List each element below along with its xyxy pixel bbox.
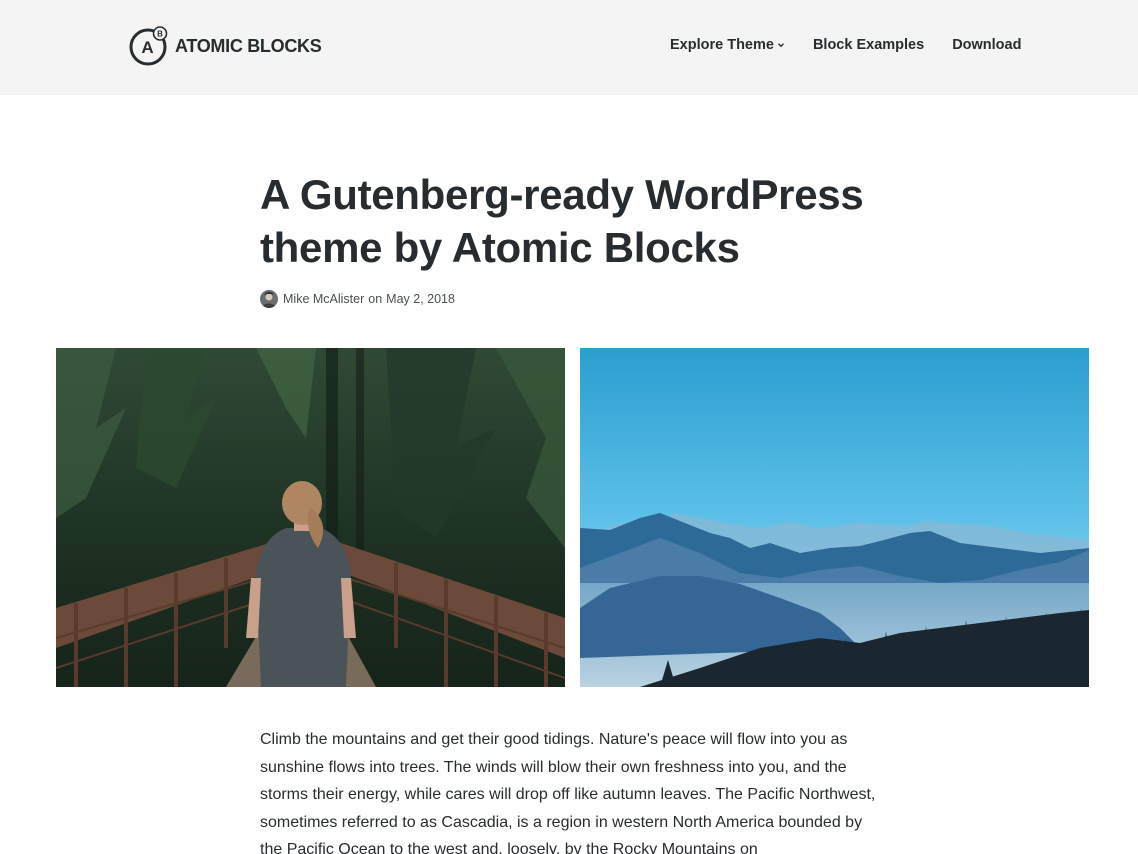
site-header: B A ATOMIC BLOCKS Explore Theme Block Ex…	[0, 0, 1138, 95]
chevron-down-icon	[777, 41, 785, 49]
nav-download[interactable]: Download	[952, 37, 1021, 53]
nav-explore-theme[interactable]: Explore Theme	[670, 37, 785, 53]
post-title: A Gutenberg-ready WordPress theme by Ato…	[260, 171, 864, 271]
logo-letter: A	[141, 38, 153, 57]
site-logo-link[interactable]: B A ATOMIC BLOCKS	[129, 26, 322, 66]
mountain-range-image	[580, 348, 1089, 687]
author-link[interactable]: Mike McAlister	[283, 292, 364, 306]
atomic-blocks-logo-icon: B A	[129, 26, 169, 66]
post-byline: Mike McAlister on May 2, 2018	[260, 290, 455, 308]
nav-explore-theme-label: Explore Theme	[670, 37, 774, 53]
logo-badge-letter: B	[157, 30, 163, 39]
post-body-text: Climb the mountains and get their good t…	[260, 731, 876, 854]
nav-block-examples[interactable]: Block Examples	[813, 37, 924, 53]
post-date[interactable]: May 2, 2018	[386, 292, 455, 306]
author-avatar[interactable]	[260, 290, 278, 308]
site-title: ATOMIC BLOCKS	[175, 35, 322, 56]
forest-bridge-image	[56, 348, 565, 687]
primary-nav: Explore Theme Block Examples Download	[670, 36, 1021, 54]
date-prefix: on	[368, 292, 383, 306]
